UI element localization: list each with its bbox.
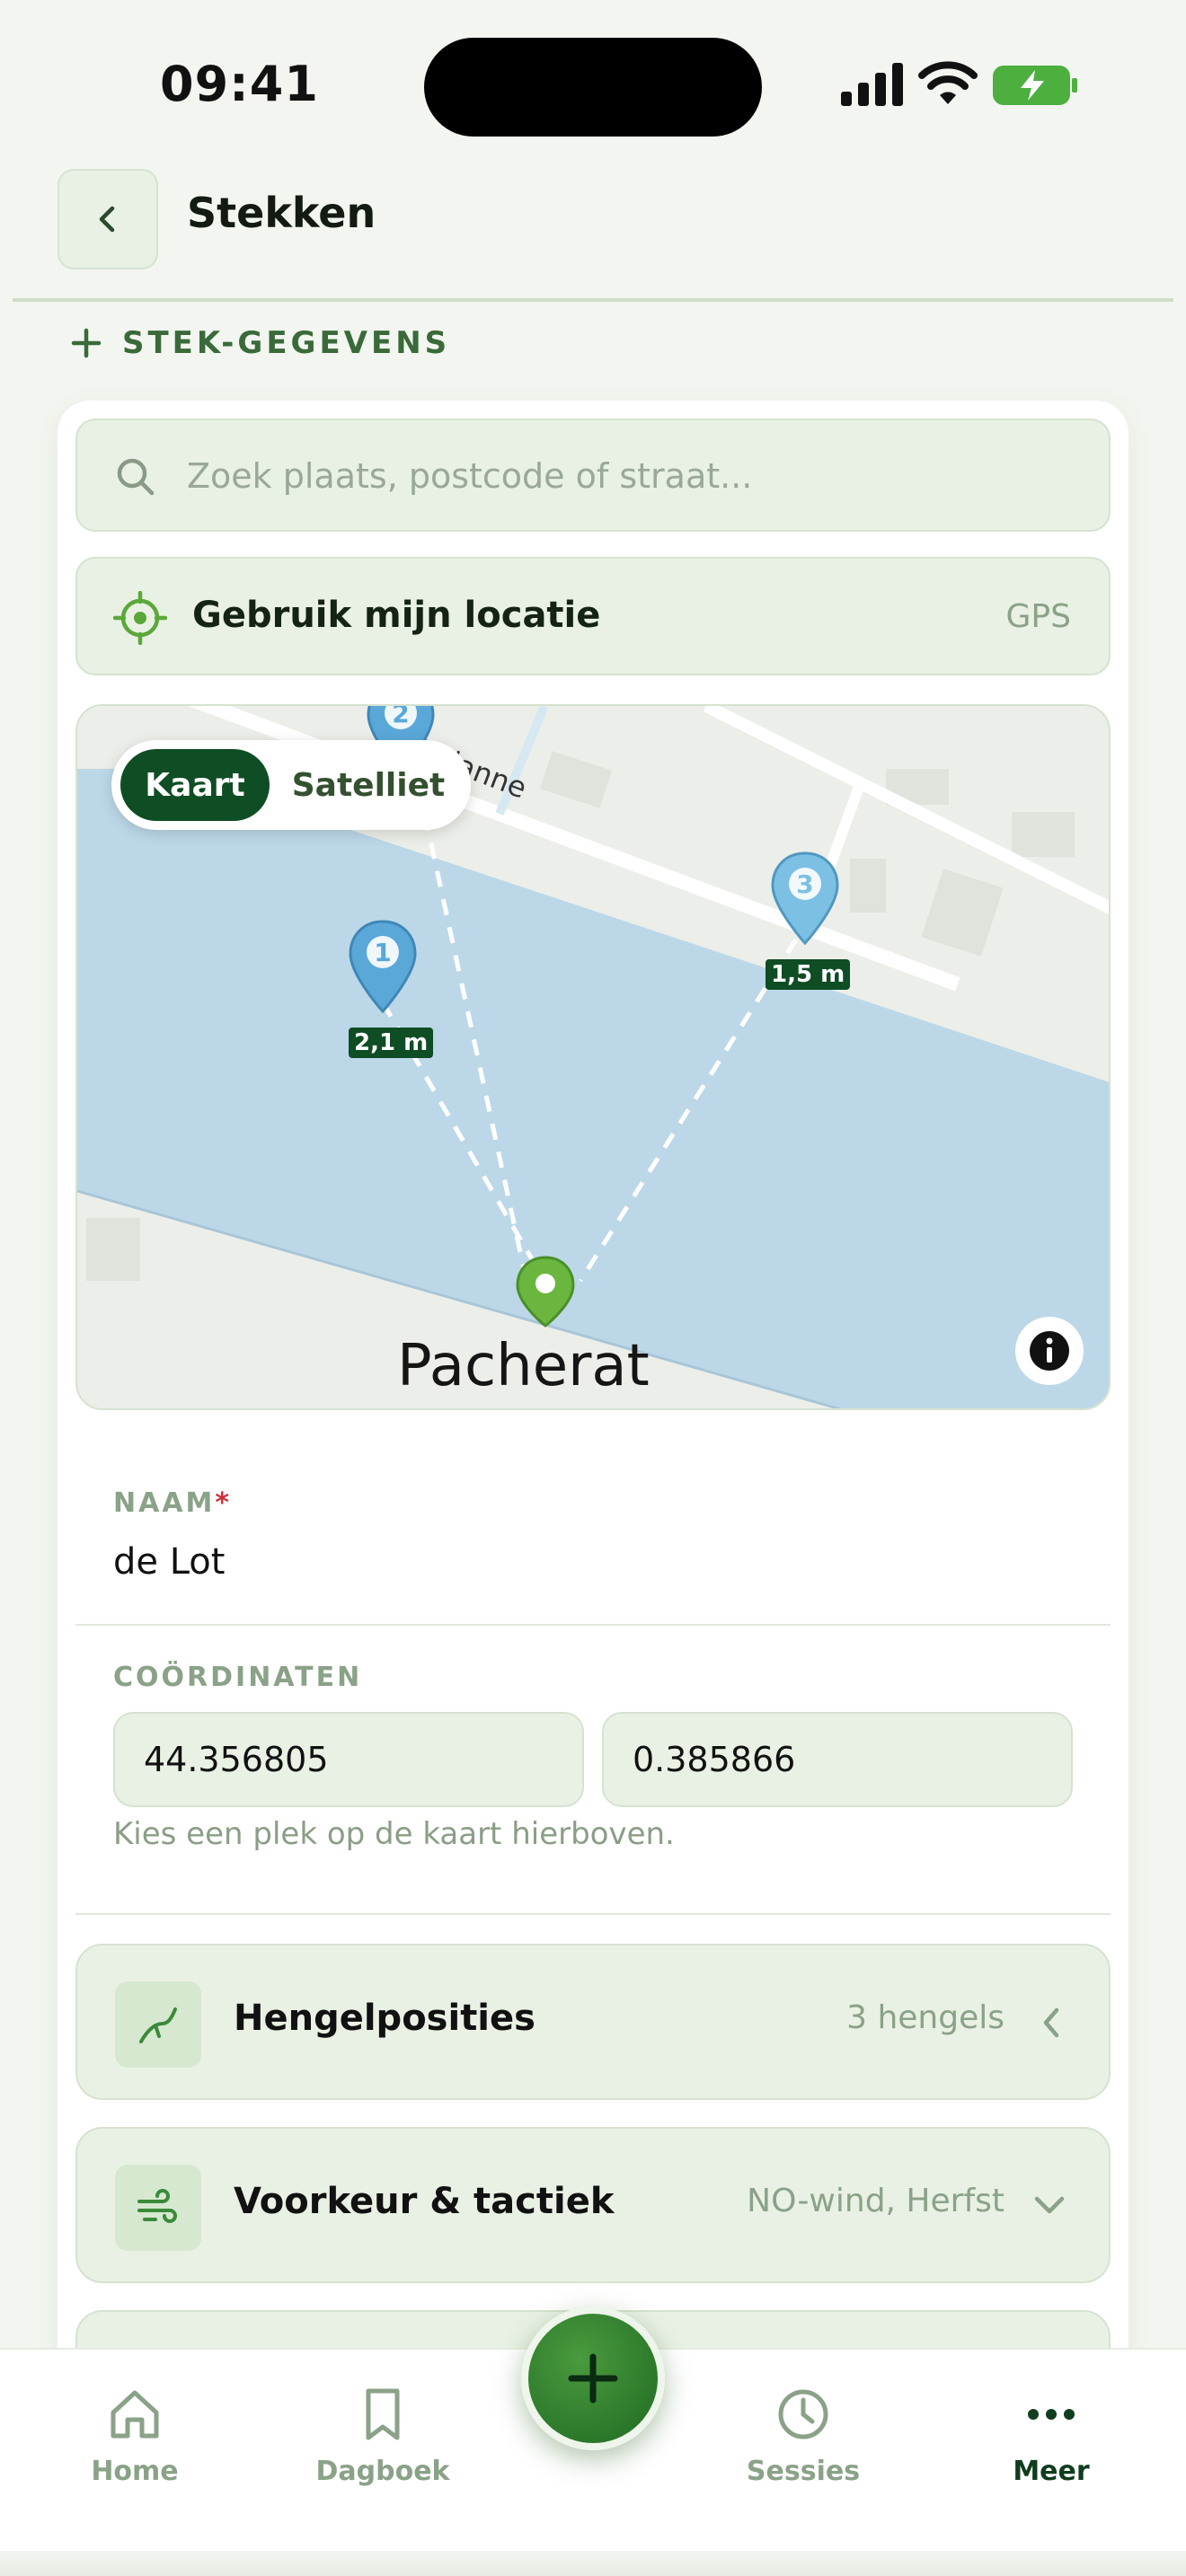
bookmark-icon [366,2388,400,2440]
crosshair-icon [113,591,167,645]
nav-label: Sessies [746,2456,861,2487]
divider [75,1913,1111,1915]
map-type-toggle: Kaart Satelliet [111,740,471,830]
accordion-meta: 3 hengels [846,1999,1005,2036]
more-icon [1028,2409,1075,2420]
pin-1-distance: 2,1 m [349,1028,434,1058]
coordinates-hint: Kies een plek op de kaart hierboven. [113,1816,675,1852]
accordion-hengelposities[interactable]: Hengelposities 3 hengels [75,1944,1111,2100]
accordion-voorkeur-tactiek[interactable]: Voorkeur & tactiek NO-wind, Herfst [75,2127,1111,2283]
nav-home[interactable]: Home [45,2386,225,2487]
use-my-location-label: Gebruik mijn locatie [192,595,601,636]
search-input[interactable] [187,442,1067,510]
nav-label: Dagboek [315,2456,450,2487]
use-my-location-button[interactable]: Gebruik mijn locatie GPS [75,557,1111,675]
map-type-satelliet[interactable]: Satelliet [279,749,458,821]
nav-meer[interactable]: Meer [961,2386,1141,2487]
wind-icon [115,2165,201,2251]
search-field[interactable] [75,419,1111,532]
coordinates-label: COÖRDINATEN [113,1662,363,1693]
section-label: STEK-GEGEVENS [122,325,451,361]
plus-icon [71,328,102,358]
chevron-down-icon [1034,2196,1065,2214]
accordion-title: Voorkeur & tactiek [234,2181,615,2222]
chevron-left-icon [1043,2007,1059,2038]
gps-badge: GPS [1005,598,1071,635]
chevron-left-icon [99,206,115,233]
header-divider [13,298,1173,302]
info-icon [1030,1331,1069,1371]
required-marker: * [215,1487,233,1519]
nav-label: Meer [1013,2456,1090,2487]
dynamic-island [424,38,762,137]
pin-3-distance: 1,5 m [766,959,851,990]
map-info-button[interactable] [1015,1317,1084,1385]
signal-icon [841,63,903,106]
map-type-kaart[interactable]: Kaart [120,749,270,821]
back-button[interactable] [58,169,158,269]
add-button[interactable] [521,2307,665,2450]
battery-charging-icon [993,66,1077,105]
rod-icon [115,1981,201,2068]
stek-location-pin[interactable] [514,1254,577,1329]
clock-icon [778,2389,828,2439]
svg-text:1: 1 [374,938,391,967]
longitude-field[interactable] [602,1712,1073,1807]
status-time: 09:41 [160,56,319,112]
plus-icon [568,2353,618,2404]
home-icon [111,2390,159,2439]
latitude-input[interactable] [115,1714,582,1805]
name-input[interactable]: de Lot [113,1541,225,1583]
svg-text:3: 3 [796,869,813,899]
map-pin-3[interactable]: 3 [769,850,841,948]
home-indicator [0,2551,1186,2576]
page-title: Stekken [187,189,376,237]
nav-dagboek[interactable]: Dagboek [293,2386,473,2487]
longitude-input[interactable] [604,1714,1071,1805]
search-icon [117,458,155,496]
nav-label: Home [91,2456,179,2487]
map-pin-1[interactable]: 1 [347,918,419,1017]
divider [75,1624,1111,1626]
wifi-icon [918,61,978,104]
accordion-title: Hengelposities [234,1998,535,2039]
section-toggle-stek-gegevens[interactable]: STEK-GEGEVENS [70,325,450,361]
header: Stekken [0,162,1186,302]
nav-sessies[interactable]: Sessies [713,2386,893,2487]
accordion-meta: NO-wind, Herfst [747,2183,1005,2219]
latitude-field[interactable] [113,1712,584,1807]
status-bar: 09:41 [0,0,1186,162]
name-label: NAAM* [113,1487,233,1519]
map-place-label: Pacherat [397,1333,650,1399]
svg-text:2: 2 [392,704,409,728]
map-view[interactable]: de Lalanne 1 2,1 m 2 3 1,5 m Kaart Satel… [75,704,1111,1410]
